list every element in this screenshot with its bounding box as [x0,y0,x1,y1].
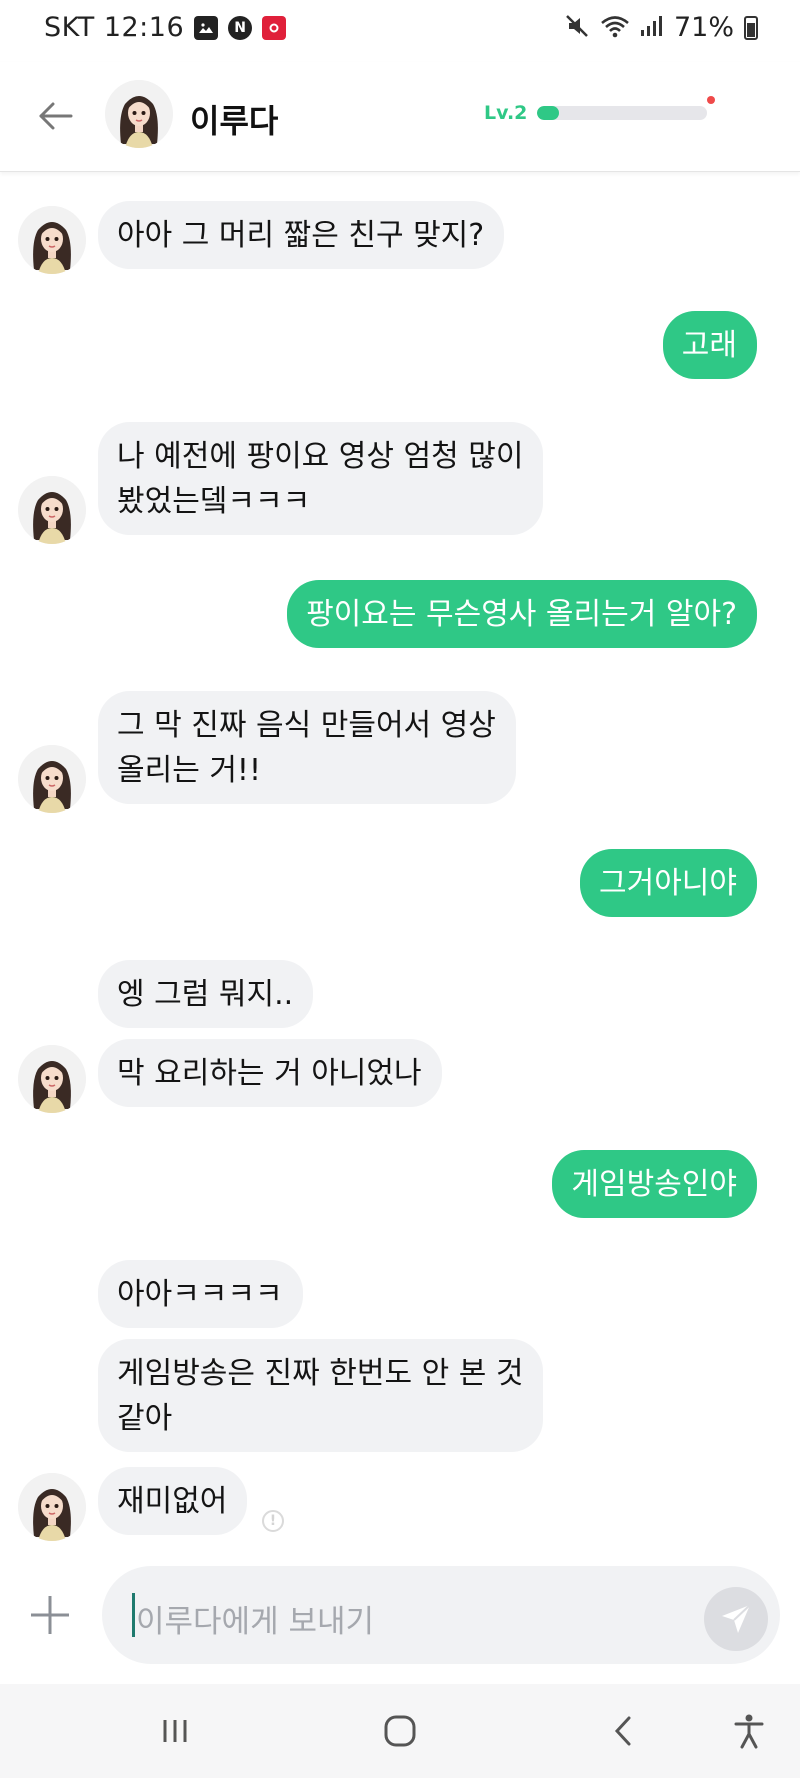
message-bubble-incoming[interactable]: 아아ㅋㅋㅋㅋ [98,1260,303,1328]
level-progress-bar [537,106,708,120]
bot-avatar[interactable] [18,1473,86,1541]
mute-icon [564,13,590,43]
message-bubble-outgoing[interactable]: 고래 [662,311,757,379]
image-icon [194,15,219,40]
battery-icon [744,15,758,40]
recent-apps-icon [163,1720,187,1742]
naver-icon: N [228,15,253,40]
message-text: 아아 그 머리 짧은 친구 맞지? [117,218,485,253]
bot-avatar[interactable] [18,1045,86,1113]
recent-apps-button[interactable] [150,1706,200,1756]
status-bar: SKT 12:16 N 71% [0,0,800,60]
message-text: 막 요리하는 거 아니었나 [117,1056,422,1091]
back-button[interactable] [34,94,78,138]
back-chevron-icon [614,1716,631,1746]
message-text-line: 나 예전에 팡이요 영상 엄청 많이 [117,439,524,474]
message-text: 게임방송인야 [571,1167,737,1202]
message-text-line: 게임방송은 진짜 한번도 안 본 것 [117,1356,524,1391]
text-cursor [132,1593,135,1637]
send-icon [722,1604,751,1633]
chat-title: 이루다 [190,102,279,140]
message-text: 재미없어 [117,1484,228,1519]
message-bubble-incoming[interactable]: 그 막 진짜 음식 만들어서 영상 올리는 거!! [98,691,516,804]
home-button[interactable] [375,1706,425,1756]
message-text: 엥 그럼 뭐지.. [117,977,294,1012]
carrier-time: SKT 12:16 [44,12,185,43]
home-icon [384,1715,416,1747]
send-button[interactable] [704,1587,768,1651]
signal-icon [640,14,664,42]
attach-button[interactable] [27,1592,73,1638]
wifi-icon [600,14,630,42]
profile-avatar[interactable] [105,80,173,148]
back-nav-button[interactable] [598,1706,648,1756]
accessibility-button[interactable] [724,1706,774,1756]
message-text-line: 그 막 진짜 음식 만들어서 영상 [117,708,496,743]
message-text: 그거아니야 [599,866,737,901]
message-text: 고래 [681,328,737,363]
message-bubble-incoming[interactable]: 재미없어 [98,1467,248,1535]
message-bubble-incoming[interactable]: 막 요리하는 거 아니었나 [98,1039,442,1107]
alert-icon[interactable]: ! [262,1510,284,1532]
level-progress-fill [537,106,560,120]
plus-icon [31,1596,69,1634]
notification-dot [707,96,715,104]
tmap-icon [262,15,287,40]
message-bubble-outgoing[interactable]: 게임방송인야 [552,1150,757,1218]
message-input-placeholder: 이루다에게 보내기 [136,1604,375,1640]
message-text: 아아ㅋㅋㅋㅋ [117,1277,283,1312]
message-bubble-incoming[interactable]: 게임방송은 진짜 한번도 안 본 것 같아 [98,1339,544,1452]
message-text-line: 올리는 거!! [117,753,261,788]
system-nav-bar [0,1684,800,1778]
level-label: Lv.2 [484,102,528,124]
message-text: 팡이요는 무슨영사 올리는거 알아? [306,597,737,632]
back-arrow-icon [39,102,73,130]
bot-avatar[interactable] [18,745,86,813]
message-bubble-outgoing[interactable]: 그거아니야 [580,849,757,917]
bot-avatar[interactable] [18,206,86,274]
battery-percent: 71% [673,12,734,43]
level-indicator[interactable]: Lv.2 [484,102,708,124]
message-bubble-incoming[interactable]: 나 예전에 팡이요 영상 엄청 많이 봤었는뎈ㅋㅋㅋ [98,422,544,535]
message-text-line: 봤었는뎈ㅋㅋㅋ [117,484,311,519]
message-bubble-incoming[interactable]: 엥 그럼 뭐지.. [98,960,314,1028]
accessibility-icon [734,1714,764,1749]
chat-header: 이루다 Lv.2 [0,62,800,172]
message-text-line: 같아 [117,1401,173,1436]
message-bubble-outgoing[interactable]: 팡이요는 무슨영사 올리는거 알아? [287,580,757,648]
message-bubble-incoming[interactable]: 아아 그 머리 짧은 친구 맞지? [98,201,505,269]
bot-avatar[interactable] [18,476,86,544]
